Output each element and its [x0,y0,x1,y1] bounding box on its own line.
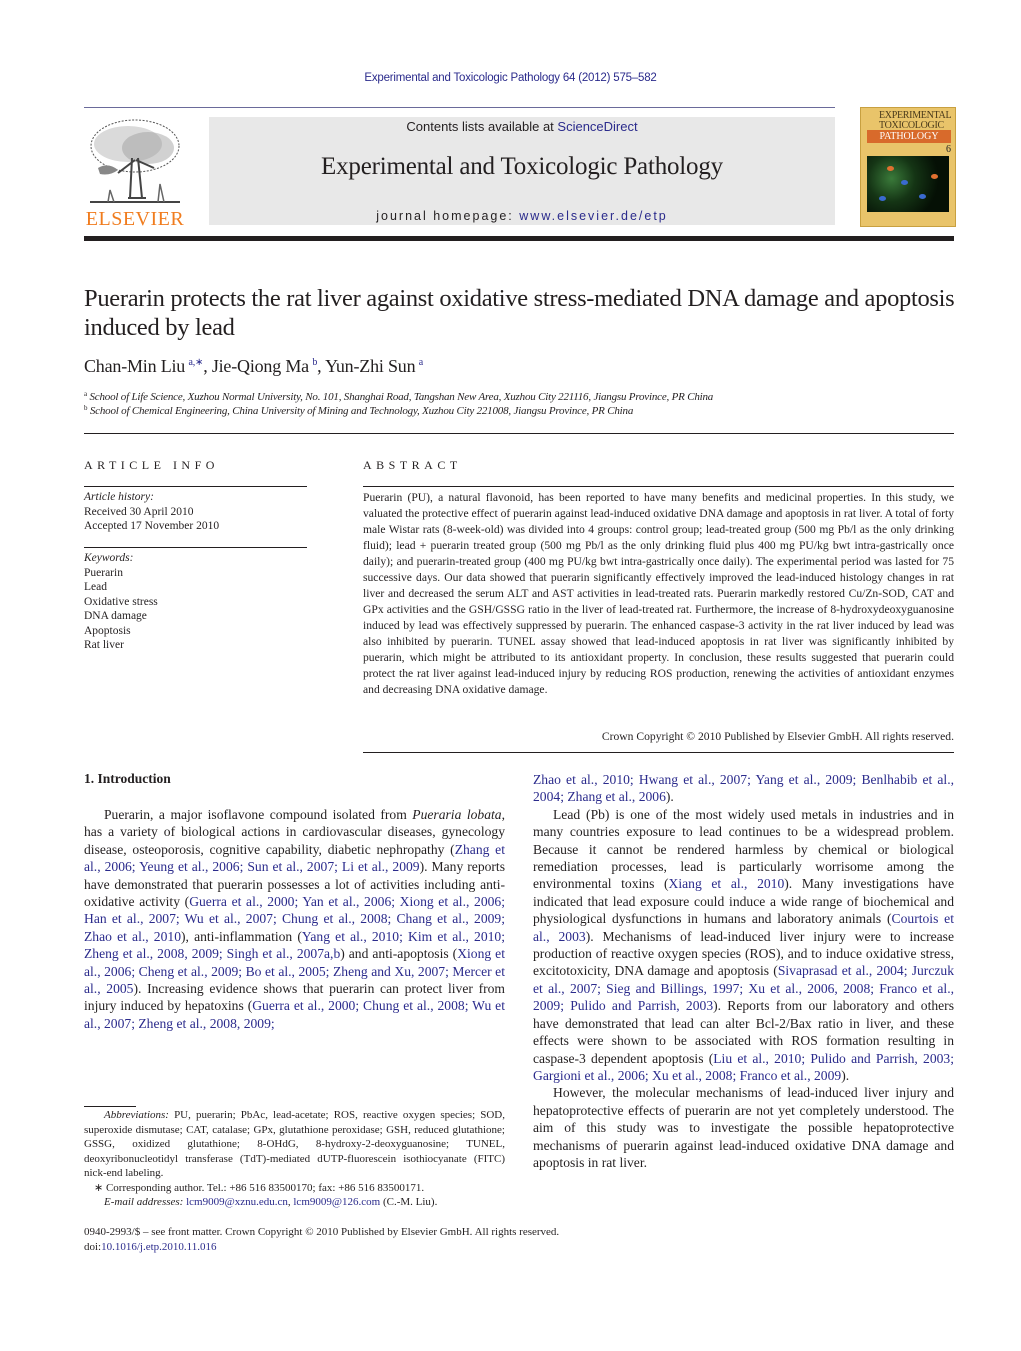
header-divider [84,433,954,434]
intro-left-column: Puerarin, a major isoflavone compound is… [84,806,505,1032]
citation-link[interactable]: Zhao et al., 2010; Hwang et al., 2007; Y… [533,772,954,804]
keywords-label: Keywords: [84,552,134,564]
cell-dot [931,174,938,179]
corresponding-footnote: ∗ Corresponding author. Tel.: +86 516 83… [94,1181,425,1194]
author-affil-sup[interactable]: a [419,357,423,368]
issn-line: 0940-2993/$ – see front matter. Crown Co… [84,1226,560,1238]
keyword: Rat liver [84,639,124,651]
doi-link[interactable]: 10.1016/j.etp.2010.11.016 [101,1241,216,1253]
front-matter-footer: 0940-2993/$ – see front matter. Crown Co… [84,1225,559,1255]
body-text: ). [665,789,674,805]
elsevier-logo[interactable]: ELSEVIER [84,118,186,230]
cell-dot [919,194,926,199]
accepted-date: Accepted 17 November 2010 [84,520,220,532]
doi-prefix: doi: [84,1241,102,1253]
cover-pathology-band: PATHOLOGY [867,130,951,143]
affil-sup: b [84,404,88,412]
body-text: Puerarin, a major isoflavone compound is… [104,807,413,822]
affil-sup: a [84,390,87,398]
homepage-line: journal homepage: www.elsevier.de/etp [209,209,835,223]
article-info-rule [84,486,307,487]
cover-title-lines: EXPERIMENTAL TOXICOLOGIC [879,111,952,131]
citation-link[interactable]: Xiang et al., 2010 [669,876,785,891]
email-link-2[interactable]: lcm9009@126.com [293,1196,380,1208]
species-name: Pueraria lobata [412,807,502,822]
keywords-block: Keywords: Puerarin Lead Oxidative stress… [84,551,158,653]
doi-line: doi:10.1016/j.etp.2010.11.016 [84,1240,559,1255]
keyword: Puerarin [84,566,123,579]
homepage-prefix: journal homepage: [376,209,520,223]
keyword: Lead [84,581,107,593]
abstract-heading: ABSTRACT [363,458,462,472]
abstract-text: Puerarin (PU), a natural flavonoid, has … [363,491,954,696]
abstract-bottom-rule [363,752,954,753]
author-name: Jie-Qiong Ma [211,356,309,376]
author-affil-sup[interactable]: b [312,357,317,368]
cover-micrograph-image [867,156,949,212]
article-info-heading: ARTICLE INFO [84,458,219,472]
keyword: Apoptosis [84,624,131,637]
footnote-rule [84,1106,136,1107]
email-suffix: (C.-M. Liu). [380,1196,438,1208]
body-text: ). [841,1067,850,1083]
contents-prefix: Contents lists available at [406,119,558,134]
body-text: ), anti-inflammation ( [181,928,302,944]
keyword: Oxidative stress [84,595,158,608]
sciencedirect-link[interactable]: ScienceDirect [557,119,637,134]
intro-right-column: Zhao et al., 2010; Hwang et al., 2007; Y… [533,771,954,1171]
affiliation-a: a School of Life Science, Xuzhou Normal … [84,390,713,403]
intro-paragraph-1: Puerarin, a major isoflavone compound is… [84,806,505,1032]
affil-text: School of Life Science, Xuzhou Normal Un… [89,391,714,403]
cell-dot [901,180,908,185]
running-head[interactable]: Experimental and Toxicologic Pathology 6… [0,72,1021,84]
cell-dot [879,196,886,201]
elsevier-tree-icon [90,119,180,203]
masthead-rule [84,236,954,241]
affiliation-b: b School of Chemical Engineering, China … [84,404,633,417]
homepage-link[interactable]: www.elsevier.de/etp [519,209,667,223]
footnotes: Abbreviations: PU, puerarin; PbAc, lead-… [84,1108,505,1210]
abstract-copyright: Crown Copyright © 2010 Published by Else… [601,730,954,743]
author-list: Chan-Min Liu a,∗, Jie-Qiong Ma b, Yun-Zh… [84,356,424,376]
abstract-rule [363,486,954,487]
journal-banner: Contents lists available at ScienceDirec… [209,117,835,225]
contents-line: Contents lists available at ScienceDirec… [209,119,835,134]
email-link-1[interactable]: lcm9009@xznu.edu.cn [186,1196,288,1208]
author-name: Yun-Zhi Sun [325,356,416,376]
author-name: Chan-Min Liu [84,356,186,376]
received-date: Received 30 April 2010 [84,505,194,518]
keywords-rule [84,547,307,548]
article-history: Article history: Received 30 April 2010 … [84,490,219,534]
cover-issue-number: 6 [946,144,951,155]
journal-title: Experimental and Toxicologic Pathology [321,153,723,180]
article-title: Puerarin protects the rat liver against … [84,285,955,341]
history-label: Article history: [84,491,154,503]
intro-paragraph-3: However, the molecular mechanisms of lea… [533,1085,954,1170]
intro-paragraph-1-cont: Zhao et al., 2010; Hwang et al., 2007; Y… [533,771,954,806]
elsevier-wordmark: ELSEVIER [85,208,185,230]
email-footnote: E-mail addresses: lcm9009@xznu.edu.cn, l… [104,1196,438,1208]
body-text: ) and anti-apoptosis ( [340,946,458,962]
author-affil-sup[interactable]: a,∗ [189,357,204,368]
cell-dot [887,166,894,171]
abbreviations-footnote: Abbreviations: PU, puerarin; PbAc, lead-… [84,1108,505,1181]
intro-paragraph-2: Lead (Pb) is one of the most widely used… [533,806,954,1085]
top-rule [84,107,835,108]
affil-text: School of Chemical Engineering, China Un… [89,405,634,417]
journal-cover-thumbnail[interactable]: EXPERIMENTAL TOXICOLOGIC PATHOLOGY 6 [860,107,956,227]
keyword: DNA damage [84,610,147,622]
section-heading-introduction: 1. Introduction [84,771,171,786]
email-label: E-mail addresses: [104,1196,184,1208]
abbreviations-label: Abbreviations: [104,1109,169,1121]
